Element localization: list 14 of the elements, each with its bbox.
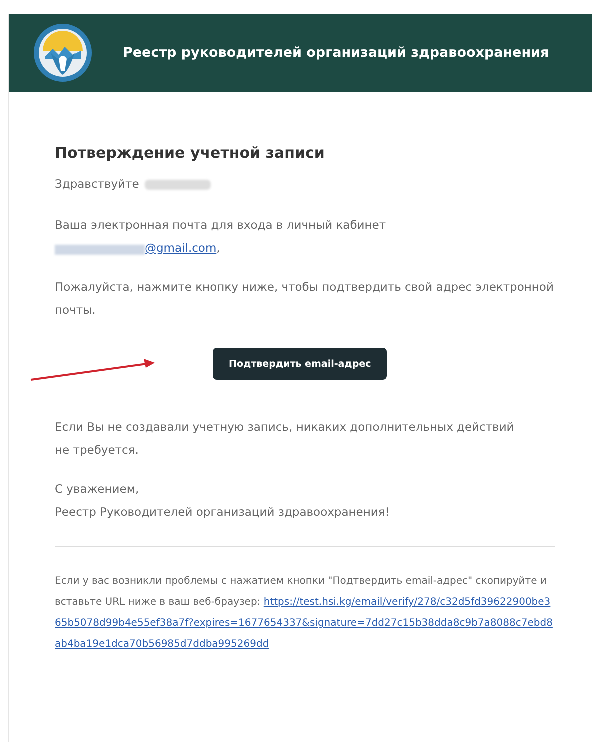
email-heading: Потверждение учетной записи: [55, 143, 326, 164]
intro-text: Ваша электронная почта для входа в личный кабинет: [55, 217, 388, 234]
notice-text: Если Вы не создавали учетную запись, никаких дополнительных действий не требуется.: [55, 419, 516, 459]
header-title: Реестр руководителей организаций здравоохранения: [123, 44, 550, 63]
redacted-name: [145, 180, 212, 190]
comma-text: ,: [216, 240, 220, 257]
greeting-text: Здравствуйте: [55, 176, 140, 193]
footer-text: Если у вас возникли проблемы с нажатием кнопки "Подтвердить email-адрес" скопируйте и вставьте URL ниже в ваш веб-браузер: https://test.hsi.kg/email/verify/278/c32d5fd39622900be365b5078d99b4e55ef38a7f?expires=1677654337&signature=7dd27c15b38dda8c9b7a8088c7ebd8ab4ba19e1dca70b56985d7ddba995269dd: [55, 575, 554, 652]
regards-text: С уважением,: [55, 481, 140, 498]
request-text: Пожалуйста, нажмите кнопку ниже, чтобы подтвердить свой адрес электронной почты.: [55, 279, 555, 319]
emblem-icon: [33, 23, 93, 83]
confirm-email-button[interactable]: Подтвердить email-адрес: [213, 348, 388, 380]
signature-text: Реестр Руководителей организаций здравоохранения!: [55, 504, 391, 521]
email-link[interactable]: @gmail.com: [145, 237, 217, 260]
